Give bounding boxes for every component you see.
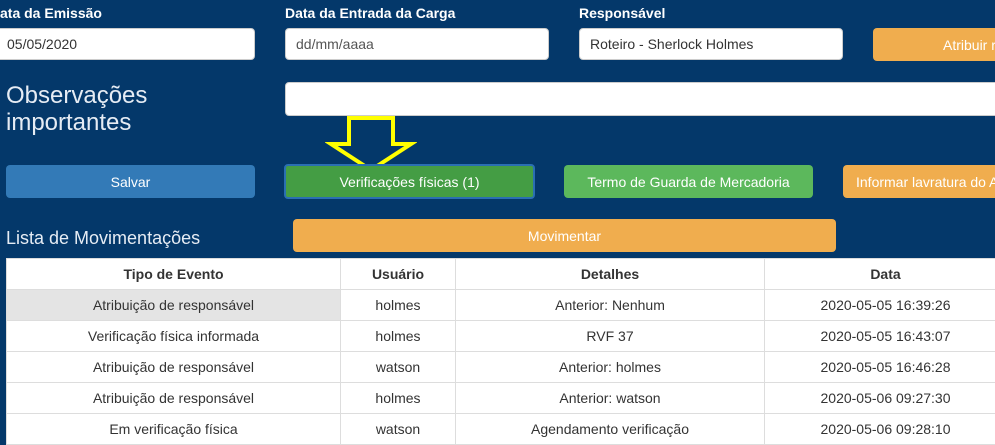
cell-tipo-evento: Verificação física informada	[7, 321, 341, 352]
cell-tipo-evento: Em verificação física	[7, 414, 341, 445]
cell-data: 2020-05-05 16:39:26	[765, 290, 995, 321]
cell-usuario: holmes	[341, 321, 456, 352]
cell-usuario: watson	[341, 414, 456, 445]
atribuir-button[interactable]: Atribuir r	[873, 28, 995, 61]
cell-tipo-evento: Atribuição de responsável	[7, 383, 341, 414]
lista-movimentacoes-title: Lista de Movimentações	[6, 228, 200, 249]
table-row[interactable]: Atribuição de responsável holmes Anterio…	[7, 383, 995, 414]
data-emissao-field[interactable]	[0, 28, 255, 60]
cell-data: 2020-05-06 09:27:30	[765, 383, 995, 414]
movimentar-button[interactable]: Movimentar	[293, 219, 836, 252]
movimentacoes-table: Tipo de Evento Usuário Detalhes Data Atr…	[6, 258, 995, 445]
col-detalhes: Detalhes	[456, 259, 765, 290]
col-data: Data	[765, 259, 995, 290]
cell-usuario: holmes	[341, 383, 456, 414]
cell-detalhes: Agendamento verificação	[456, 414, 765, 445]
table-row[interactable]: Atribuição de responsável watson Anterio…	[7, 352, 995, 383]
responsavel-field[interactable]	[579, 28, 843, 60]
informar-lavratura-button[interactable]: Informar lavratura do A	[843, 165, 995, 198]
cell-data: 2020-05-05 16:43:07	[765, 321, 995, 352]
observacoes-label: Observações importantes	[6, 82, 206, 136]
col-tipo-evento: Tipo de Evento	[7, 259, 341, 290]
cell-usuario: holmes	[341, 290, 456, 321]
table-row[interactable]: Em verificação física watson Agendamento…	[7, 414, 995, 445]
cell-detalhes: Anterior: holmes	[456, 352, 765, 383]
cell-data: 2020-05-05 16:46:28	[765, 352, 995, 383]
table-row[interactable]: Atribuição de responsável holmes Anterio…	[7, 290, 995, 321]
salvar-button[interactable]: Salvar	[6, 165, 255, 198]
verificacoes-fisicas-button[interactable]: Verificações físicas (1)	[284, 164, 535, 199]
cell-detalhes: RVF 37	[456, 321, 765, 352]
cell-usuario: watson	[341, 352, 456, 383]
col-usuario: Usuário	[341, 259, 456, 290]
termo-guarda-button[interactable]: Termo de Guarda de Mercadoria	[564, 165, 813, 198]
cell-detalhes: Anterior: watson	[456, 383, 765, 414]
data-entrada-label: Data da Entrada da Carga	[285, 5, 455, 21]
table-header-row: Tipo de Evento Usuário Detalhes Data	[7, 259, 995, 290]
responsavel-label: Responsável	[579, 5, 665, 21]
table-row[interactable]: Verificação física informada holmes RVF …	[7, 321, 995, 352]
cell-data: 2020-05-06 09:28:10	[765, 414, 995, 445]
cell-detalhes: Anterior: Nenhum	[456, 290, 765, 321]
cell-tipo-evento: Atribuição de responsável	[7, 290, 341, 321]
observacoes-input[interactable]	[285, 82, 995, 116]
cell-tipo-evento: Atribuição de responsável	[7, 352, 341, 383]
data-emissao-label: ata da Emissão	[0, 5, 102, 21]
data-entrada-field[interactable]	[285, 28, 549, 60]
